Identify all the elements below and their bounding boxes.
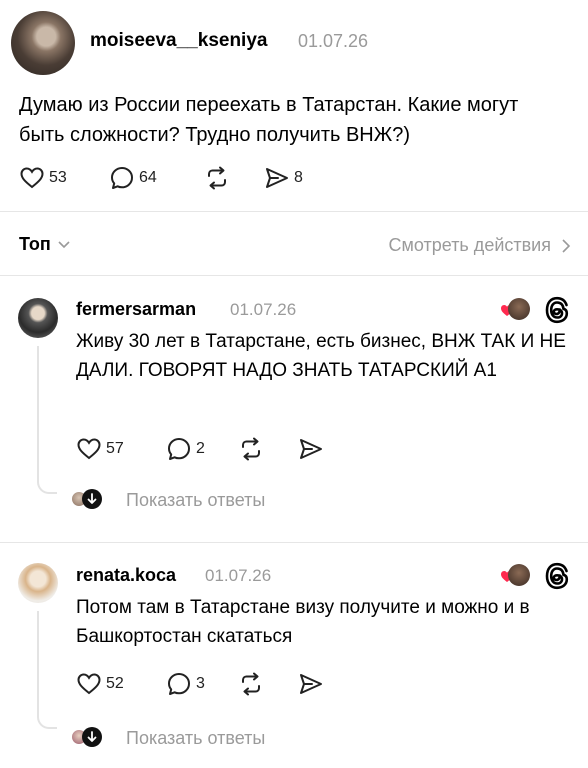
reply-button[interactable]: 2	[166, 436, 238, 462]
thread-line	[37, 715, 57, 729]
like-count: 57	[106, 440, 124, 457]
send-icon	[300, 674, 322, 694]
chevron-right-icon	[562, 238, 571, 253]
heart-icon	[77, 438, 101, 460]
post-username[interactable]: moiseeva__kseniya	[90, 30, 267, 52]
show-replies-link[interactable]: Показать ответы	[126, 728, 265, 749]
comment-badges	[500, 562, 570, 590]
thread-line	[37, 346, 39, 480]
comment-date: 01.07.26	[205, 566, 272, 585]
avatar[interactable]	[11, 11, 75, 75]
avatar[interactable]	[18, 563, 58, 603]
heart-icon	[20, 167, 44, 189]
repost-button[interactable]	[238, 436, 298, 462]
reply-avatars	[70, 727, 102, 747]
sort-label: Топ	[19, 234, 51, 254]
comment-actions: 52 3	[76, 671, 324, 697]
heart-icon	[77, 673, 101, 695]
chevron-down-icon	[58, 240, 70, 248]
comment-badges	[500, 296, 570, 324]
main-post: moiseeva__kseniya 01.07.26 Думаю из Росс…	[0, 0, 588, 210]
reply-count: 2	[196, 440, 205, 457]
comment-icon	[111, 167, 133, 189]
view-activity-label: Смотреть действия	[388, 235, 551, 255]
expand-replies-icon	[82, 727, 102, 747]
comment-date: 01.07.26	[230, 300, 297, 319]
reply-button[interactable]: 64	[109, 165, 204, 191]
expand-replies-icon	[82, 489, 102, 509]
repost-button[interactable]	[204, 165, 264, 191]
comment-icon	[168, 438, 190, 460]
comment-username[interactable]: renata.koca	[76, 565, 176, 586]
share-button[interactable]: 8	[264, 166, 303, 190]
threads-logo-icon	[545, 296, 569, 324]
post-actions: 53 64 8	[19, 165, 303, 191]
sort-bar: Топ Смотреть действия	[0, 211, 588, 275]
like-count: 53	[49, 169, 67, 186]
author-avatar-mini	[508, 298, 530, 320]
comment-username[interactable]: fermersarman	[76, 299, 196, 320]
repost-icon	[242, 672, 260, 696]
like-button[interactable]: 53	[19, 166, 109, 190]
comment-item: renata.koca 01.07.26 Потом там в Татарст…	[0, 543, 588, 768]
share-button[interactable]	[298, 437, 324, 461]
share-button[interactable]	[298, 672, 324, 696]
repost-icon	[208, 166, 226, 190]
author-liked-indicator	[500, 564, 530, 588]
post-date: 01.07.26	[298, 31, 369, 51]
reply-button[interactable]: 3	[166, 671, 238, 697]
comment-actions: 57 2	[76, 436, 324, 462]
view-activity-link[interactable]: Смотреть действия	[389, 235, 571, 256]
share-count: 8	[294, 169, 303, 186]
comment-text: Потом там в Татарстане визу получите и м…	[76, 597, 530, 647]
comment-text: Живу 30 лет в Татарстане, есть бизнес, В…	[76, 331, 566, 381]
threads-logo-icon	[545, 562, 569, 590]
reply-count: 64	[139, 169, 157, 186]
repost-button[interactable]	[238, 671, 298, 697]
like-count: 52	[106, 675, 124, 692]
comment-item: fermersarman 01.07.26 Живу 30 лет в Тата…	[0, 276, 588, 541]
sort-dropdown[interactable]: Топ	[19, 234, 71, 255]
reply-count: 3	[196, 675, 205, 692]
post-text: Думаю из России переехать в Татарстан. К…	[19, 94, 519, 146]
comment-icon	[168, 673, 190, 695]
avatar[interactable]	[18, 298, 58, 338]
thread-line	[37, 611, 39, 715]
author-avatar-mini	[508, 564, 530, 586]
show-replies-link[interactable]: Показать ответы	[126, 490, 265, 511]
send-icon	[266, 168, 288, 188]
like-button[interactable]: 52	[76, 672, 166, 696]
reply-avatars	[70, 489, 102, 509]
repost-icon	[242, 437, 260, 461]
thread-line	[37, 480, 57, 494]
like-button[interactable]: 57	[76, 437, 166, 461]
send-icon	[300, 439, 322, 459]
author-liked-indicator	[500, 298, 530, 322]
